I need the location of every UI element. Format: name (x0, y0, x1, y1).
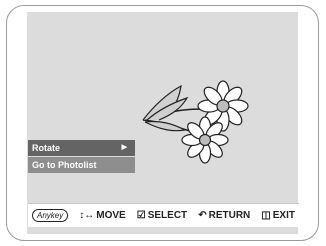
select-icon: ☑ (136, 210, 146, 221)
nav-exit-label: EXIT (272, 210, 295, 221)
exit-icon: ◫ (261, 210, 271, 221)
flower-photo (142, 80, 249, 164)
return-icon: ↶ (198, 210, 207, 221)
navigation-bar: Anykey ↕↔ MOVE ☑ SELECT ↶ RETURN ◫ EXIT (28, 203, 299, 227)
nav-return-label: RETURN (208, 210, 251, 221)
nav-select-label: SELECT (147, 210, 188, 221)
nav-return[interactable]: ↶ RETURN (198, 210, 250, 221)
nav-move[interactable]: ↕↔ MOVE (79, 210, 125, 221)
anykey-icon: Anykey (32, 209, 69, 222)
menu-item-go-to-photolist[interactable]: Go to Photolist (28, 157, 135, 174)
menu-item-label: Go to Photolist (32, 160, 97, 170)
nav-anykey[interactable]: Anykey (32, 209, 69, 222)
nav-exit[interactable]: ◫ EXIT (261, 210, 295, 221)
menu-item-rotate[interactable]: Rotate ▶ (28, 140, 135, 157)
nav-select[interactable]: ☑ SELECT (137, 210, 187, 221)
context-menu: Rotate ▶ Go to Photolist (28, 140, 135, 174)
menu-item-label: Rotate (32, 143, 61, 153)
move-arrows-icon: ↕↔ (79, 210, 95, 221)
photo-viewer-screen (27, 12, 298, 234)
submenu-arrow-icon: ▶ (121, 144, 127, 151)
nav-move-label: MOVE (96, 210, 126, 221)
